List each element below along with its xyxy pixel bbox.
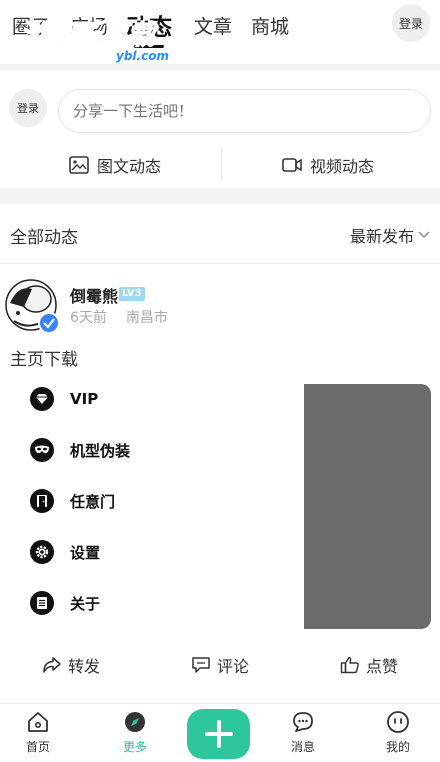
share-input[interactable]	[58, 89, 431, 133]
photo-post-label: 图文动态	[97, 157, 162, 176]
menu-item-vip: VIP	[30, 386, 98, 412]
menu-label: VIP	[70, 390, 99, 408]
svg-text:ybl.com: ybl.com	[116, 49, 169, 63]
post-time: 6天前	[70, 310, 107, 326]
like-button[interactable]: 点赞	[340, 653, 398, 677]
verified-icon	[38, 312, 60, 334]
like-label: 点赞	[366, 657, 399, 676]
profile-face-icon	[387, 711, 409, 733]
video-camera-icon	[282, 158, 302, 172]
tab-home-label: 首页	[25, 740, 50, 754]
sort-label: 最新发布	[349, 227, 414, 246]
plus-icon	[204, 720, 233, 748]
document-icon	[30, 591, 54, 615]
menu-item-any-door: 任意门	[30, 488, 115, 514]
thumbs-up-icon	[340, 656, 359, 674]
post-actions: 转发 评论 点赞	[0, 645, 440, 685]
forward-button[interactable]: 转发	[42, 653, 100, 677]
menu-label: 关于	[70, 594, 101, 613]
compass-icon	[125, 712, 145, 732]
forward-icon	[43, 657, 61, 673]
mask-icon	[30, 438, 54, 462]
menu-item-settings: 设置	[30, 539, 100, 565]
feed-title: 全部动态	[10, 228, 78, 248]
menu-label: 任意门	[70, 492, 116, 511]
video-post-button[interactable]: 视频动态	[282, 150, 374, 180]
tab-circle[interactable]: 圈子	[12, 12, 50, 39]
tab-more-label: 更多	[122, 740, 147, 754]
forward-label: 转发	[68, 657, 101, 676]
post-text: 主页下载	[10, 350, 78, 370]
tab-mine[interactable]: 我的	[368, 710, 428, 755]
tab-messages[interactable]: 消息	[273, 710, 333, 755]
user-avatar[interactable]	[4, 277, 62, 335]
feed-header: 全部动态 最新发布	[0, 204, 440, 264]
top-nav: 圈子 广场 动态 文章 商城 登录 游吧乐下载 ybl.com	[0, 0, 440, 64]
door-icon	[30, 489, 54, 513]
post-meta: 6天前 南昌市	[70, 307, 168, 327]
chat-bubble-icon	[293, 712, 313, 732]
chevron-down-icon	[418, 231, 430, 239]
menu-item-device-disguise: 机型伪装	[30, 437, 130, 463]
comment-icon	[192, 657, 210, 673]
level-badge: LV3	[119, 287, 145, 301]
image-icon	[69, 156, 89, 174]
login-button[interactable]: 登录	[392, 4, 430, 42]
tab-home[interactable]: 首页	[8, 710, 68, 755]
tab-dynamics[interactable]: 动态	[126, 8, 172, 48]
tab-mall[interactable]: 商城	[251, 12, 289, 39]
create-post-button[interactable]	[187, 709, 250, 759]
sort-dropdown[interactable]: 最新发布	[350, 223, 430, 247]
diamond-icon	[30, 387, 54, 411]
post-username[interactable]: 倒霉熊	[70, 283, 118, 307]
menu-item-about: 关于	[30, 590, 100, 616]
tab-mine-label: 我的	[385, 740, 410, 754]
compose-panel: 登录 图文动态 视频动态	[0, 70, 440, 188]
comment-label: 评论	[217, 657, 250, 676]
bottom-tab-bar: 首页 更多 消息 我的	[0, 703, 440, 762]
tab-more[interactable]: 更多	[105, 710, 165, 755]
post-image-panel[interactable]	[304, 384, 431, 629]
photo-post-button[interactable]: 图文动态	[69, 150, 161, 180]
gear-icon	[30, 540, 54, 564]
compose-divider	[221, 146, 222, 182]
menu-label: 机型伪装	[70, 441, 131, 460]
tab-square[interactable]: 广场	[70, 12, 108, 39]
comment-button[interactable]: 评论	[191, 653, 249, 677]
section-divider	[0, 188, 440, 204]
video-post-label: 视频动态	[310, 157, 375, 176]
menu-label: 设置	[70, 543, 101, 562]
tab-messages-label: 消息	[290, 740, 315, 754]
compose-login-avatar[interactable]: 登录	[9, 89, 47, 127]
post-card: 倒霉熊 LV3 6天前 南昌市 主页下载 VIP 机型伪装 任意门 设置 关于	[0, 265, 440, 695]
home-icon	[28, 712, 48, 732]
tab-articles[interactable]: 文章	[194, 12, 232, 39]
post-location: 南昌市	[125, 310, 168, 326]
